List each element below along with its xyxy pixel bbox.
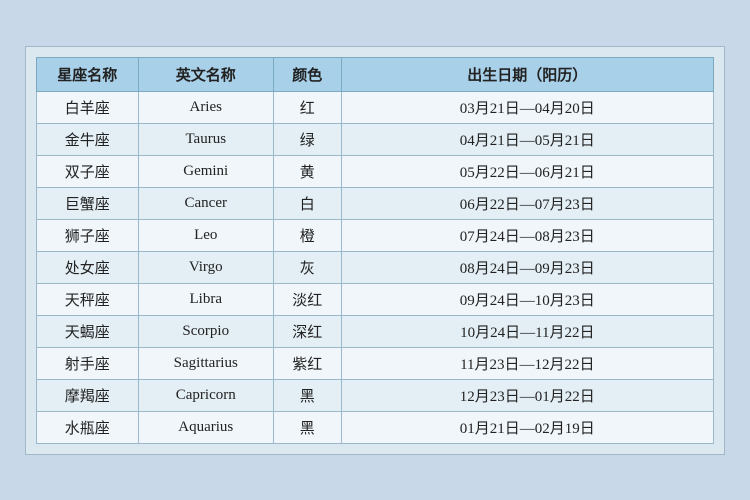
cell-zh: 天秤座 xyxy=(37,283,139,315)
table-row: 金牛座Taurus绿04月21日—05月21日 xyxy=(37,123,714,155)
cell-en: Capricorn xyxy=(138,379,273,411)
cell-color: 黑 xyxy=(273,411,341,443)
cell-en: Taurus xyxy=(138,123,273,155)
cell-date: 11月23日—12月22日 xyxy=(341,347,713,379)
cell-color: 红 xyxy=(273,91,341,123)
cell-date: 06月22日—07月23日 xyxy=(341,187,713,219)
cell-en: Cancer xyxy=(138,187,273,219)
cell-zh: 处女座 xyxy=(37,251,139,283)
cell-en: Sagittarius xyxy=(138,347,273,379)
cell-zh: 巨蟹座 xyxy=(37,187,139,219)
cell-color: 橙 xyxy=(273,219,341,251)
cell-color: 紫红 xyxy=(273,347,341,379)
cell-en: Libra xyxy=(138,283,273,315)
cell-color: 深红 xyxy=(273,315,341,347)
zodiac-table: 星座名称 英文名称 颜色 出生日期（阳历） 白羊座Aries红03月21日—04… xyxy=(36,57,714,444)
table-body: 白羊座Aries红03月21日—04月20日金牛座Taurus绿04月21日—0… xyxy=(37,91,714,443)
cell-en: Scorpio xyxy=(138,315,273,347)
table-row: 双子座Gemini黄05月22日—06月21日 xyxy=(37,155,714,187)
header-date: 出生日期（阳历） xyxy=(341,57,713,91)
cell-date: 10月24日—11月22日 xyxy=(341,315,713,347)
table-row: 处女座Virgo灰08月24日—09月23日 xyxy=(37,251,714,283)
cell-color: 黄 xyxy=(273,155,341,187)
cell-color: 白 xyxy=(273,187,341,219)
cell-color: 灰 xyxy=(273,251,341,283)
table-header-row: 星座名称 英文名称 颜色 出生日期（阳历） xyxy=(37,57,714,91)
table-row: 摩羯座Capricorn黑12月23日—01月22日 xyxy=(37,379,714,411)
cell-date: 04月21日—05月21日 xyxy=(341,123,713,155)
cell-color: 黑 xyxy=(273,379,341,411)
cell-zh: 双子座 xyxy=(37,155,139,187)
cell-en: Virgo xyxy=(138,251,273,283)
cell-color: 淡红 xyxy=(273,283,341,315)
cell-date: 07月24日—08月23日 xyxy=(341,219,713,251)
cell-date: 12月23日—01月22日 xyxy=(341,379,713,411)
cell-zh: 天蝎座 xyxy=(37,315,139,347)
cell-zh: 白羊座 xyxy=(37,91,139,123)
table-row: 水瓶座Aquarius黑01月21日—02月19日 xyxy=(37,411,714,443)
table-row: 射手座Sagittarius紫红11月23日—12月22日 xyxy=(37,347,714,379)
table-row: 天蝎座Scorpio深红10月24日—11月22日 xyxy=(37,315,714,347)
table-row: 天秤座Libra淡红09月24日—10月23日 xyxy=(37,283,714,315)
table-row: 巨蟹座Cancer白06月22日—07月23日 xyxy=(37,187,714,219)
cell-date: 05月22日—06月21日 xyxy=(341,155,713,187)
cell-zh: 射手座 xyxy=(37,347,139,379)
cell-zh: 金牛座 xyxy=(37,123,139,155)
header-color: 颜色 xyxy=(273,57,341,91)
cell-date: 08月24日—09月23日 xyxy=(341,251,713,283)
cell-zh: 狮子座 xyxy=(37,219,139,251)
header-zh: 星座名称 xyxy=(37,57,139,91)
zodiac-table-container: 星座名称 英文名称 颜色 出生日期（阳历） 白羊座Aries红03月21日—04… xyxy=(25,46,725,455)
cell-en: Aquarius xyxy=(138,411,273,443)
cell-color: 绿 xyxy=(273,123,341,155)
table-row: 白羊座Aries红03月21日—04月20日 xyxy=(37,91,714,123)
cell-date: 09月24日—10月23日 xyxy=(341,283,713,315)
cell-zh: 摩羯座 xyxy=(37,379,139,411)
cell-date: 03月21日—04月20日 xyxy=(341,91,713,123)
cell-zh: 水瓶座 xyxy=(37,411,139,443)
table-row: 狮子座Leo橙07月24日—08月23日 xyxy=(37,219,714,251)
header-en: 英文名称 xyxy=(138,57,273,91)
cell-date: 01月21日—02月19日 xyxy=(341,411,713,443)
cell-en: Aries xyxy=(138,91,273,123)
cell-en: Gemini xyxy=(138,155,273,187)
cell-en: Leo xyxy=(138,219,273,251)
